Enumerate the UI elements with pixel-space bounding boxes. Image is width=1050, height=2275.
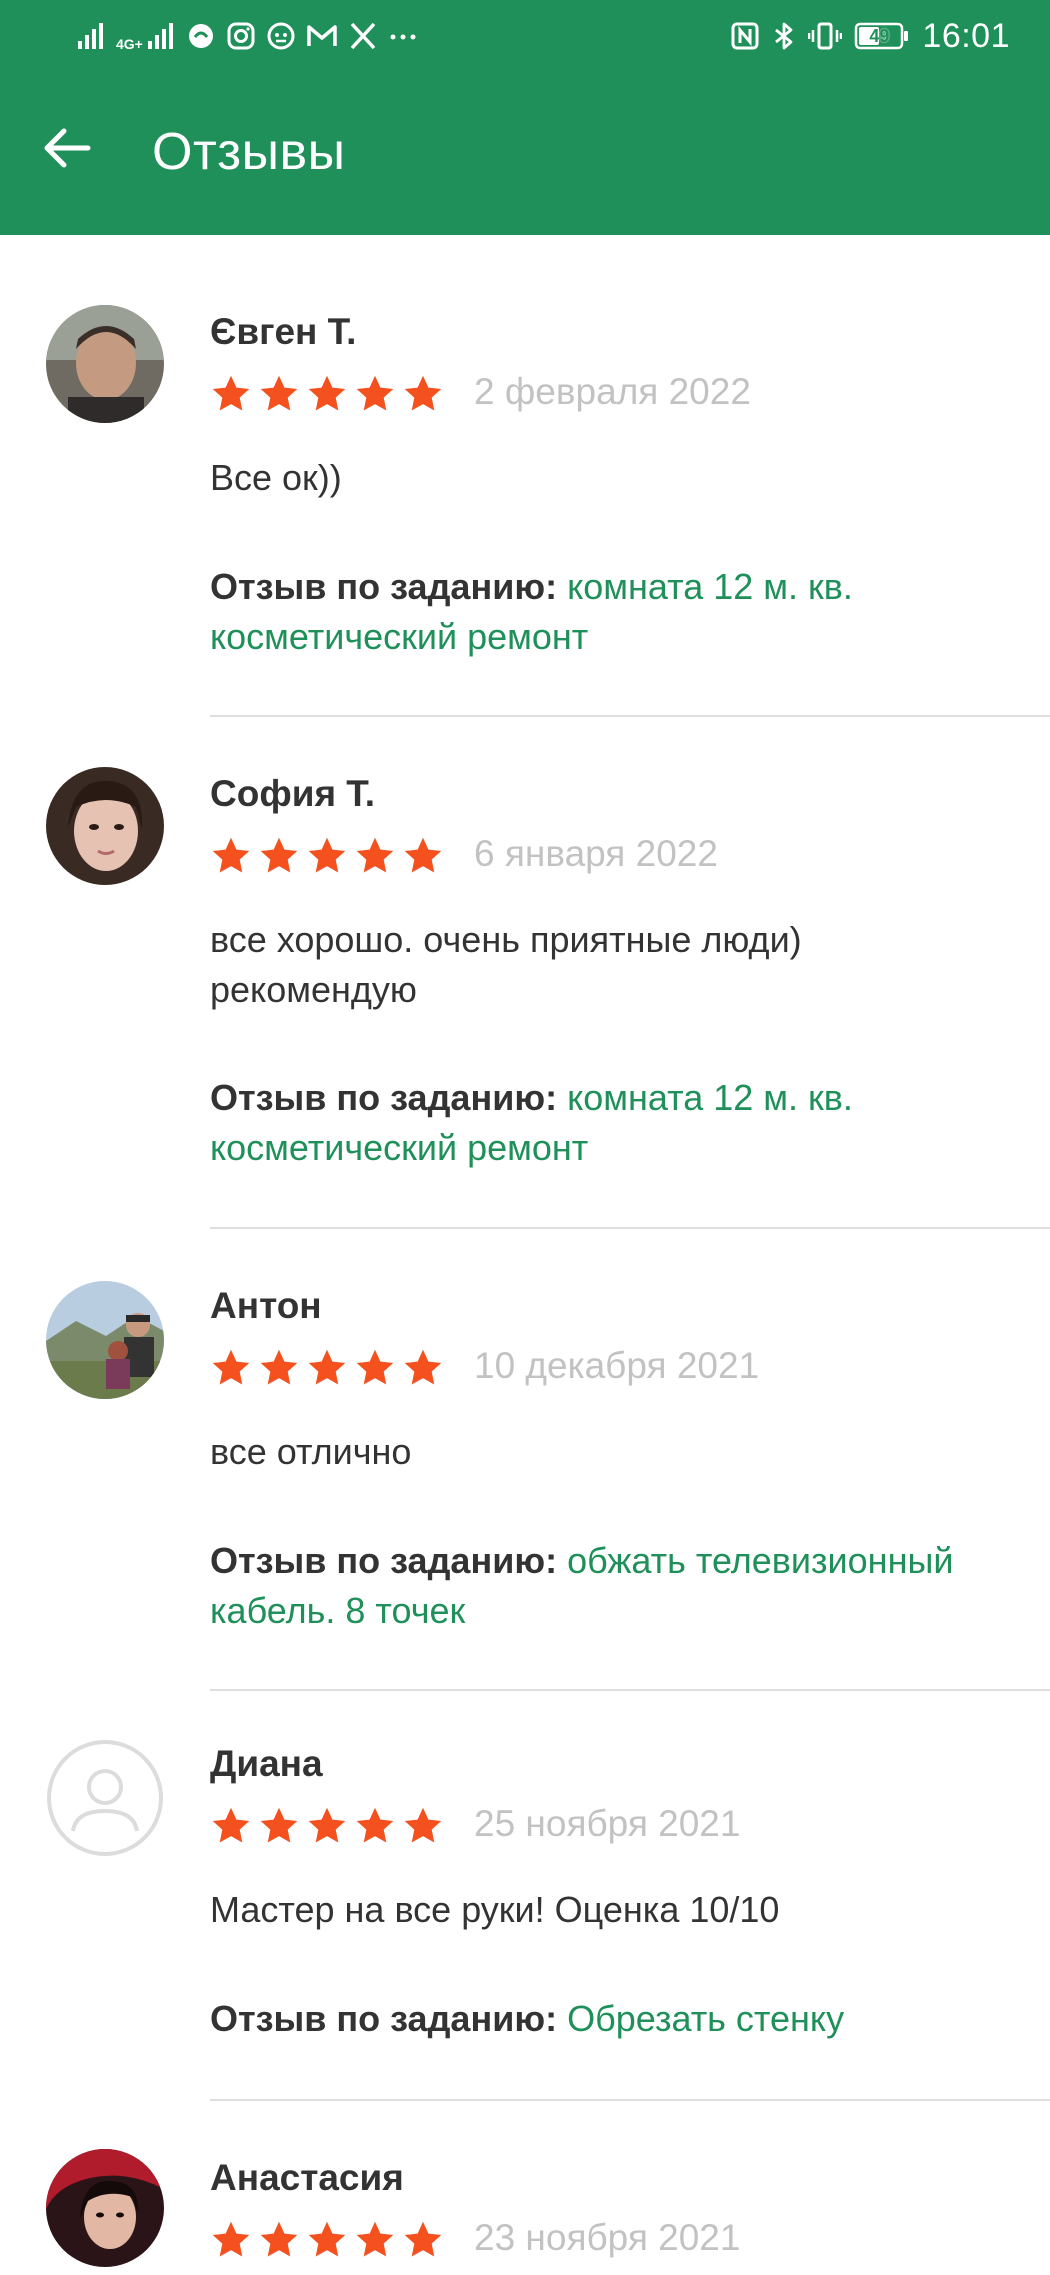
star-icon [212, 375, 250, 411]
star-icon [212, 1807, 250, 1843]
avatar[interactable] [46, 1739, 164, 1857]
review-date: 10 декабря 2021 [474, 1345, 760, 1386]
status-bar: 4G+ 49 16:01 [0, 0, 1050, 72]
rating-stars [210, 374, 444, 414]
arrow-left-icon [44, 128, 91, 168]
star-icon [404, 2221, 442, 2257]
review-item: Анастасия 23 ноября 2021 [0, 2101, 1050, 2275]
network-label: 4G+ [116, 36, 143, 52]
star-icon [404, 837, 442, 873]
star-icon [260, 375, 298, 411]
placeholder-user-icon [47, 1740, 163, 1856]
review-text: все отлично [210, 1431, 412, 1472]
task-label: Отзыв по заданию: [210, 1540, 558, 1581]
vibrate-icon [808, 22, 843, 50]
x-icon [350, 22, 376, 50]
status-icons-right: 49 16:01 [730, 16, 1010, 56]
battery-icon: 49 [854, 21, 910, 51]
review-task: Отзыв по заданию: Обрезать стенку [210, 1994, 1010, 2044]
review-task: Отзыв по заданию: комната 12 м. кв. косм… [210, 1073, 1010, 1173]
rating-stars [210, 2220, 444, 2260]
avatar[interactable] [46, 2149, 164, 2267]
star-icon [308, 1349, 346, 1385]
star-icon [260, 1349, 298, 1385]
star-icon [404, 1349, 442, 1385]
task-label: Отзыв по заданию: [210, 1077, 558, 1118]
avatar[interactable] [46, 767, 164, 885]
review-date: 2 февраля 2022 [474, 371, 751, 412]
reviewer-name: Диана [210, 1743, 323, 1784]
page-title: Отзывы [152, 123, 346, 181]
star-icon [212, 1349, 250, 1385]
review-item: Антон 10 декабря 2021 все отлично Отзыв … [0, 1229, 1050, 1691]
status-time: 16:01 [922, 16, 1010, 55]
signal-icon [78, 23, 103, 49]
star-icon [308, 837, 346, 873]
review-text: Все ок)) [210, 457, 342, 498]
star-icon [356, 375, 394, 411]
star-icon [212, 837, 250, 873]
signal-4g-icon: 4G+ [116, 21, 176, 51]
back-button[interactable] [30, 112, 102, 184]
review-item: Євген Т. 2 февраля 2022 Все ок)) Отзыв п… [0, 235, 1050, 720]
star-icon [404, 1807, 442, 1843]
avatar[interactable] [46, 305, 164, 423]
star-icon [356, 1349, 394, 1385]
task-label: Отзыв по заданию: [210, 566, 558, 607]
review-item: Диана 25 ноября 2021 Мастер на все руки!… [0, 1689, 1050, 2101]
instagram-icon [227, 22, 255, 50]
task-label: Отзыв по заданию: [210, 1998, 558, 2039]
rating-stars [210, 836, 444, 876]
star-icon [260, 837, 298, 873]
star-icon [260, 2221, 298, 2257]
app-bar: Отзывы [0, 72, 1050, 235]
reviewer-name: Євген Т. [210, 311, 357, 352]
star-icon [308, 2221, 346, 2257]
star-icon [260, 1807, 298, 1843]
review-date: 23 ноября 2021 [474, 2217, 741, 2258]
star-icon [356, 1807, 394, 1843]
avatar[interactable] [46, 1281, 164, 1399]
review-date: 6 января 2022 [474, 833, 718, 874]
review-task: Отзыв по заданию: обжать телевизионный к… [210, 1536, 1010, 1636]
bluetooth-icon [775, 22, 793, 50]
reviewer-name: Антон [210, 1285, 322, 1326]
reviewer-name: София Т. [210, 773, 376, 814]
pig-app-icon [267, 22, 295, 50]
star-icon [308, 375, 346, 411]
star-icon [308, 1807, 346, 1843]
gmail-icon [307, 25, 337, 46]
reviewer-name: Анастасия [210, 2157, 404, 2198]
star-icon [356, 837, 394, 873]
review-task: Отзыв по заданию: комната 12 м. кв. косм… [210, 562, 1010, 662]
nfc-icon [731, 22, 759, 50]
star-icon [356, 2221, 394, 2257]
review-date: 25 ноября 2021 [474, 1803, 741, 1844]
review-item: София Т. 6 января 2022 все хорошо. очень… [0, 717, 1050, 1229]
rating-stars [210, 1806, 444, 1846]
star-icon [404, 375, 442, 411]
chat-app-icon [188, 24, 213, 48]
review-text: Мастер на все руки! Оценка 10/10 [210, 1889, 780, 1930]
more-dots-icon [390, 34, 416, 40]
rating-stars [210, 1348, 444, 1388]
task-link[interactable]: Обрезать стенку [567, 1998, 844, 2039]
battery-level: 49 [869, 25, 890, 46]
star-icon [212, 2221, 250, 2257]
review-text: все хорошо. очень приятные люди) рекомен… [210, 919, 802, 1010]
status-icons-left: 4G+ [76, 16, 418, 56]
